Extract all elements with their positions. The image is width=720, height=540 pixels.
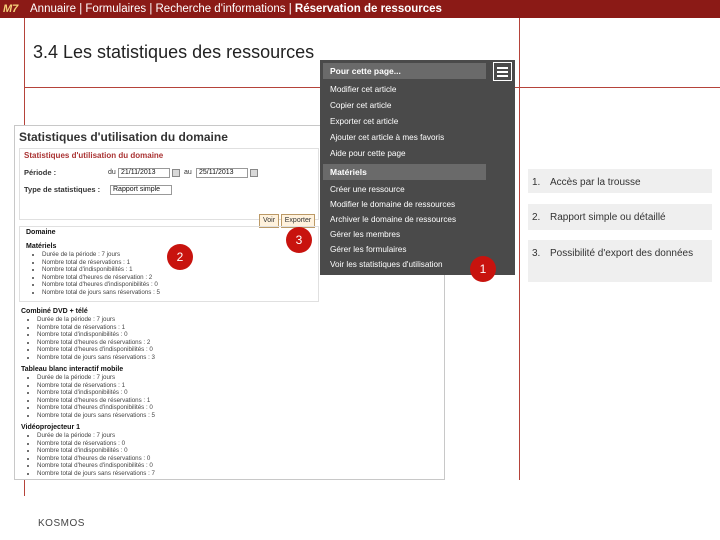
section-list: Durée de la période : 7 jours Nombre tot… [29, 316, 155, 362]
menu-icon[interactable] [493, 62, 512, 81]
menu-item-manage-members[interactable]: Gérer les membres [330, 230, 400, 239]
list-item: Nombre total de réservations : 1 [37, 382, 155, 390]
to-label: au [184, 169, 192, 176]
list-item: Nombre total d'heures d'indisponibilités… [37, 346, 155, 354]
list-item: Durée de la période : 7 jours [37, 374, 155, 382]
list-item: Durée de la période : 7 jours [42, 251, 160, 259]
top-navigation-bar: M7 Annuaire | Formulaires | Recherche d'… [0, 0, 720, 18]
list-item: Nombre total d'indisponibilités : 0 [37, 447, 155, 455]
section-list: Durée de la période : 7 jours Nombre tot… [29, 432, 155, 478]
calendar-icon[interactable] [250, 169, 258, 177]
context-menu: Pour cette page... Modifier cet article … [320, 60, 515, 275]
type-select[interactable]: Rapport simple [110, 185, 172, 195]
list-item: Nombre total de jours sans réservations … [37, 470, 155, 478]
note-number: 3. [532, 248, 541, 259]
type-label: Type de statistiques : [24, 185, 101, 194]
note-3: 3. Possibilité d'export des données [528, 240, 712, 282]
period-label: Période : [24, 168, 57, 177]
menu-heading-materials: Matériels [323, 164, 486, 180]
marker-1: 1 [470, 256, 496, 282]
breadcrumb-active: Réservation de ressources [294, 3, 442, 15]
menu-item-archive-domain[interactable]: Archiver le domaine de ressources [330, 215, 456, 224]
menu-item-create-resource[interactable]: Créer une ressource [330, 185, 405, 194]
statistics-heading: Statistiques d'utilisation du domaine [19, 130, 228, 144]
note-number: 1. [532, 177, 541, 188]
marker-2: 2 [167, 244, 193, 270]
menu-item-modify-article[interactable]: Modifier cet article [330, 85, 396, 94]
note-1: 1. Accès par la trousse [528, 169, 712, 193]
list-item: Nombre total d'indisponibilités : 0 [37, 389, 155, 397]
list-item: Nombre total d'heures d'indisponibilités… [37, 404, 155, 412]
list-item: Nombre total de réservations : 1 [42, 259, 160, 267]
list-item: Nombre total d'indisponibilités : 1 [42, 266, 160, 274]
menu-item-modify-domain[interactable]: Modifier le domaine de ressources [330, 200, 455, 209]
list-item: Nombre total de jours sans réservations … [42, 289, 160, 297]
section-title: Matériels [26, 243, 57, 250]
module-badge: M7 [3, 2, 23, 16]
list-item: Nombre total d'heures de réservation : 2 [42, 274, 160, 282]
list-item: Nombre total d'heures de réservations : … [37, 455, 155, 463]
list-item: Nombre total d'indisponibilités : 0 [37, 331, 155, 339]
domain-label: Domaine [26, 229, 56, 236]
note-2: 2. Rapport simple ou détaillé [528, 204, 712, 230]
breadcrumb: Annuaire | Formulaires | Recherche d'inf… [30, 2, 442, 16]
list-item: Durée de la période : 7 jours [37, 316, 155, 324]
section-list: Durée de la période : 7 jours Nombre tot… [29, 374, 155, 420]
list-item: Nombre total de réservations : 1 [37, 324, 155, 332]
note-text: Possibilité d'export des données [550, 248, 694, 259]
list-item: Nombre total d'heures d'indisponibilités… [37, 462, 155, 470]
list-item: Nombre total d'heures d'indisponibilités… [42, 281, 160, 289]
section-title: Tableau blanc interactif mobile [21, 366, 124, 373]
menu-item-manage-forms[interactable]: Gérer les formulaires [330, 245, 406, 254]
menu-item-help[interactable]: Aide pour cette page [330, 149, 406, 158]
section-list: Durée de la période : 7 jours Nombre tot… [34, 251, 160, 297]
list-item: Nombre total d'heures de réservations : … [37, 397, 155, 405]
from-label: du [108, 169, 116, 176]
breadcrumb-plain: Annuaire | Formulaires | Recherche d'inf… [30, 3, 295, 15]
to-date-input[interactable]: 25/11/2013 [196, 168, 248, 178]
menu-heading-page: Pour cette page... [323, 63, 486, 79]
menu-item-add-favorite[interactable]: Ajouter cet article à mes favoris [330, 133, 444, 142]
section-title: Combiné DVD + télé [21, 308, 88, 315]
form-heading: Statistiques d'utilisation du domaine [24, 151, 164, 160]
statistics-form: Statistiques d'utilisation du domaine Pé… [19, 148, 319, 220]
slide-title: 3.4 Les statistiques des ressources [33, 42, 315, 62]
section-title: Vidéoprojecteur 1 [21, 424, 81, 431]
list-item: Nombre total d'heures de réservations : … [37, 339, 155, 347]
note-number: 2. [532, 212, 541, 223]
list-item: Durée de la période : 7 jours [37, 432, 155, 440]
list-item: Nombre total de jours sans réservations … [37, 412, 155, 420]
menu-item-export-article[interactable]: Exporter cet article [330, 117, 398, 126]
list-item: Nombre total de réservations : 0 [37, 440, 155, 448]
note-text: Accès par la trousse [550, 177, 641, 188]
note-text: Rapport simple ou détaillé [550, 212, 666, 223]
menu-item-copy-article[interactable]: Copier cet article [330, 101, 391, 110]
footer-brand: KOSMOS [38, 518, 85, 529]
marker-3: 3 [286, 227, 312, 253]
list-item: Nombre total de jours sans réservations … [37, 354, 155, 362]
calendar-icon[interactable] [172, 169, 180, 177]
menu-item-view-statistics[interactable]: Voir les statistiques d'utilisation [330, 260, 443, 269]
from-date-input[interactable]: 21/11/2013 [118, 168, 170, 178]
